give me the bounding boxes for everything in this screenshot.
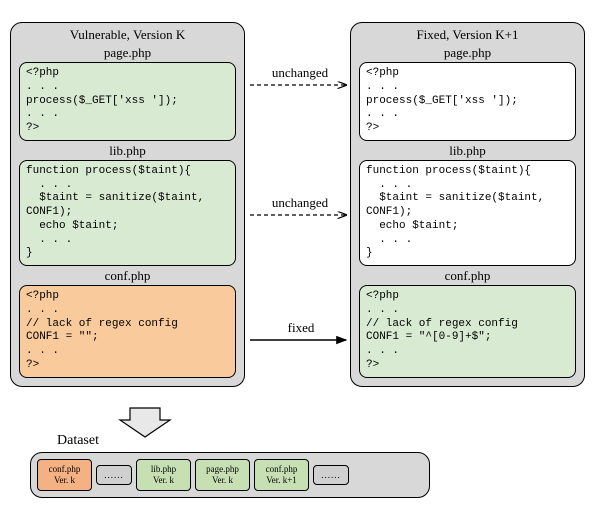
arrow-label-fixed: fixed [276, 320, 326, 336]
left-page-code: <?php . . . process($_GET['xss ']); . . … [19, 62, 236, 141]
dataset-item: conf.php Ver. k+1 [254, 459, 309, 491]
dataset-dots: ...... [313, 465, 349, 485]
dataset-item: conf.php Ver. k [37, 459, 92, 491]
dataset-item-name: lib.php [137, 464, 190, 475]
dataset-item-name: page.php [196, 464, 249, 475]
right-lib-code: function process($taint){ . . . $taint =… [359, 160, 576, 266]
left-page-filename: page.php [17, 45, 238, 61]
dataset-dots: ...... [96, 465, 132, 485]
dataset-item: page.php Ver. k [195, 459, 250, 491]
dataset-label: Dataset [57, 433, 99, 449]
dataset-item-ver: Ver. k [38, 475, 91, 486]
right-page-filename: page.php [357, 45, 578, 61]
vulnerable-version-box: Vulnerable, Version K page.php <?php . .… [10, 22, 245, 387]
dataset-row: conf.php Ver. k ...... lib.php Ver. k pa… [37, 459, 423, 491]
dataset-item-ver: Ver. k [137, 475, 190, 486]
right-conf-code: <?php . . . // lack of regex config CONF… [359, 285, 576, 378]
dataset-item: lib.php Ver. k [136, 459, 191, 491]
dataset-item-name: conf.php [255, 464, 308, 475]
fixed-title: Fixed, Version K+1 [357, 27, 578, 43]
left-conf-filename: conf.php [17, 268, 238, 284]
right-page-code: <?php . . . process($_GET['xss ']); . . … [359, 62, 576, 141]
right-conf-filename: conf.php [357, 268, 578, 284]
dataset-item-ver: Ver. k [196, 475, 249, 486]
right-lib-filename: lib.php [357, 143, 578, 159]
vulnerable-title: Vulnerable, Version K [17, 27, 238, 43]
arrow-label-unchanged-1: unchanged [260, 65, 340, 81]
dataset-item-ver: Ver. k+1 [255, 475, 308, 486]
dataset-box: conf.php Ver. k ...... lib.php Ver. k pa… [30, 452, 430, 498]
down-arrow-icon [120, 408, 170, 437]
arrow-label-unchanged-2: unchanged [260, 195, 340, 211]
left-conf-code: <?php . . . // lack of regex config CONF… [19, 285, 236, 378]
left-lib-code: function process($taint){ . . . $taint =… [19, 160, 236, 266]
dataset-item-name: conf.php [38, 464, 91, 475]
fixed-version-box: Fixed, Version K+1 page.php <?php . . . … [350, 22, 585, 387]
left-lib-filename: lib.php [17, 143, 238, 159]
